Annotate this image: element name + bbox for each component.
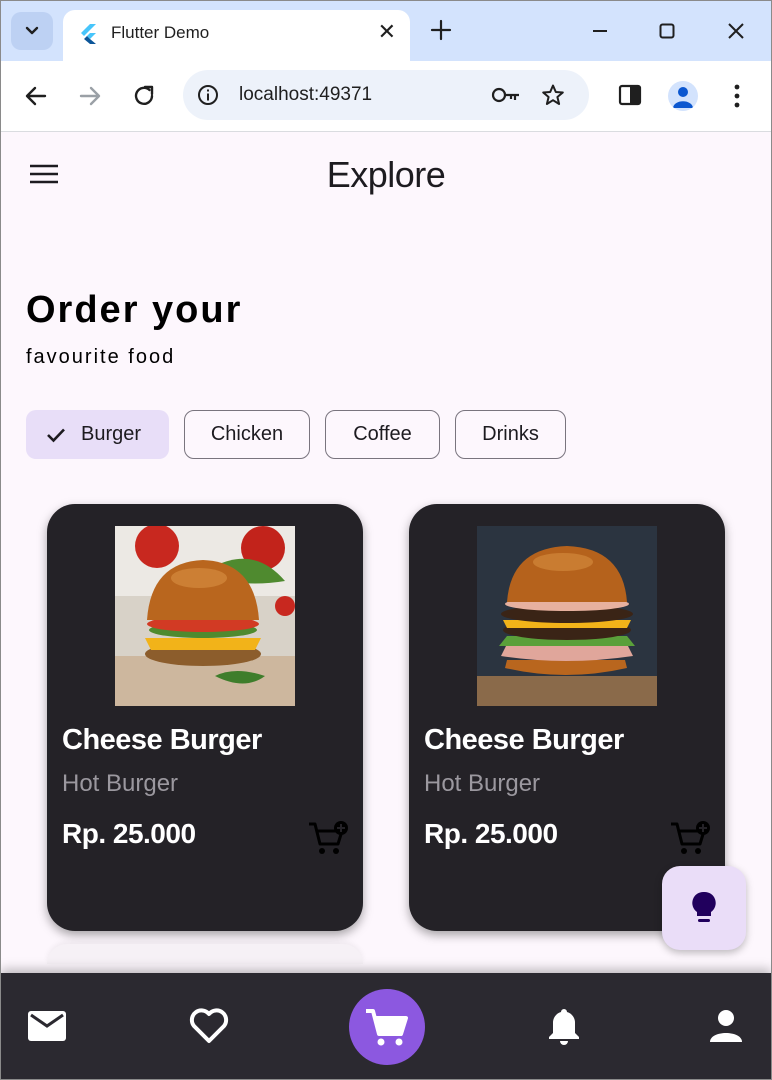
cart-icon xyxy=(366,1009,408,1046)
nav-profile[interactable] xyxy=(706,1006,746,1046)
bell-icon xyxy=(549,1009,579,1045)
product-price: Rp. 25.000 xyxy=(62,818,196,849)
key-icon[interactable] xyxy=(491,85,521,105)
maximize-button[interactable] xyxy=(653,17,681,45)
tab-title: Flutter Demo xyxy=(111,23,210,42)
chip-label: Burger xyxy=(81,423,142,445)
chip-drinks[interactable]: Drinks xyxy=(455,410,566,459)
mail-icon xyxy=(28,1011,66,1041)
chip-burger[interactable]: Burger xyxy=(26,410,169,459)
next-card-peek xyxy=(47,944,363,964)
flutter-logo-icon xyxy=(81,24,96,44)
reload-icon[interactable] xyxy=(131,83,157,109)
profile-icon xyxy=(673,87,693,108)
add-to-cart-icon[interactable] xyxy=(669,820,711,856)
app-screen: Explore Order your favourite food Burger… xyxy=(1,132,771,1079)
more-vert-icon[interactable] xyxy=(727,82,747,110)
close-window-icon xyxy=(728,23,744,39)
check-icon xyxy=(47,428,65,442)
chevron-down-icon xyxy=(25,26,39,35)
burger-image xyxy=(115,526,295,706)
forward-arrow-icon[interactable] xyxy=(77,83,103,109)
maximize-icon xyxy=(659,23,675,39)
minimize-icon xyxy=(593,30,607,32)
profile-button[interactable] xyxy=(668,81,698,111)
headline: Order your xyxy=(26,289,243,331)
back-arrow-icon[interactable] xyxy=(23,83,49,109)
lightbulb-icon xyxy=(692,891,716,922)
url-text[interactable]: localhost:49371 xyxy=(239,84,372,106)
nav-favorites[interactable] xyxy=(189,1006,229,1046)
close-window-button[interactable] xyxy=(722,17,750,45)
chip-label: Chicken xyxy=(210,423,284,445)
chip-label: Coffee xyxy=(353,423,412,445)
chip-chicken[interactable]: Chicken xyxy=(184,410,310,459)
close-icon[interactable]: ✕ xyxy=(378,21,396,43)
chip-label: Drinks xyxy=(482,423,539,445)
bottom-navigation xyxy=(1,973,771,1079)
nav-cart[interactable] xyxy=(349,989,425,1065)
nav-mail[interactable] xyxy=(27,1006,67,1046)
product-category: Hot Burger xyxy=(62,770,179,797)
minimize-button[interactable] xyxy=(586,17,614,45)
side-panel-icon[interactable] xyxy=(618,84,642,106)
subheadline: favourite food xyxy=(26,346,176,368)
heart-icon xyxy=(189,1008,229,1043)
fab-button[interactable] xyxy=(662,866,746,950)
burger-image xyxy=(477,526,657,706)
browser-window: Flutter Demo ✕ localhost:49371 Explore O… xyxy=(0,0,772,1080)
tab-strip: Flutter Demo ✕ xyxy=(1,1,771,61)
tab-search-button[interactable] xyxy=(11,12,53,50)
product-card[interactable]: Cheese Burger Hot Burger Rp. 25.000 xyxy=(47,504,363,931)
app-bar-title: Explore xyxy=(326,154,446,195)
product-name: Cheese Burger xyxy=(424,724,624,756)
address-bar[interactable]: localhost:49371 xyxy=(183,70,589,120)
active-tab[interactable]: Flutter Demo ✕ xyxy=(63,10,410,61)
add-to-cart-icon[interactable] xyxy=(307,820,349,856)
chip-coffee[interactable]: Coffee xyxy=(325,410,440,459)
person-icon xyxy=(710,1010,742,1042)
product-name: Cheese Burger xyxy=(62,724,262,756)
product-price: Rp. 25.000 xyxy=(424,818,558,849)
star-icon[interactable] xyxy=(541,83,565,107)
product-category: Hot Burger xyxy=(424,770,541,797)
browser-toolbar: localhost:49371 xyxy=(1,61,771,132)
info-icon[interactable] xyxy=(197,84,219,106)
nav-notifications[interactable] xyxy=(544,1006,584,1046)
plus-icon[interactable] xyxy=(428,17,454,43)
